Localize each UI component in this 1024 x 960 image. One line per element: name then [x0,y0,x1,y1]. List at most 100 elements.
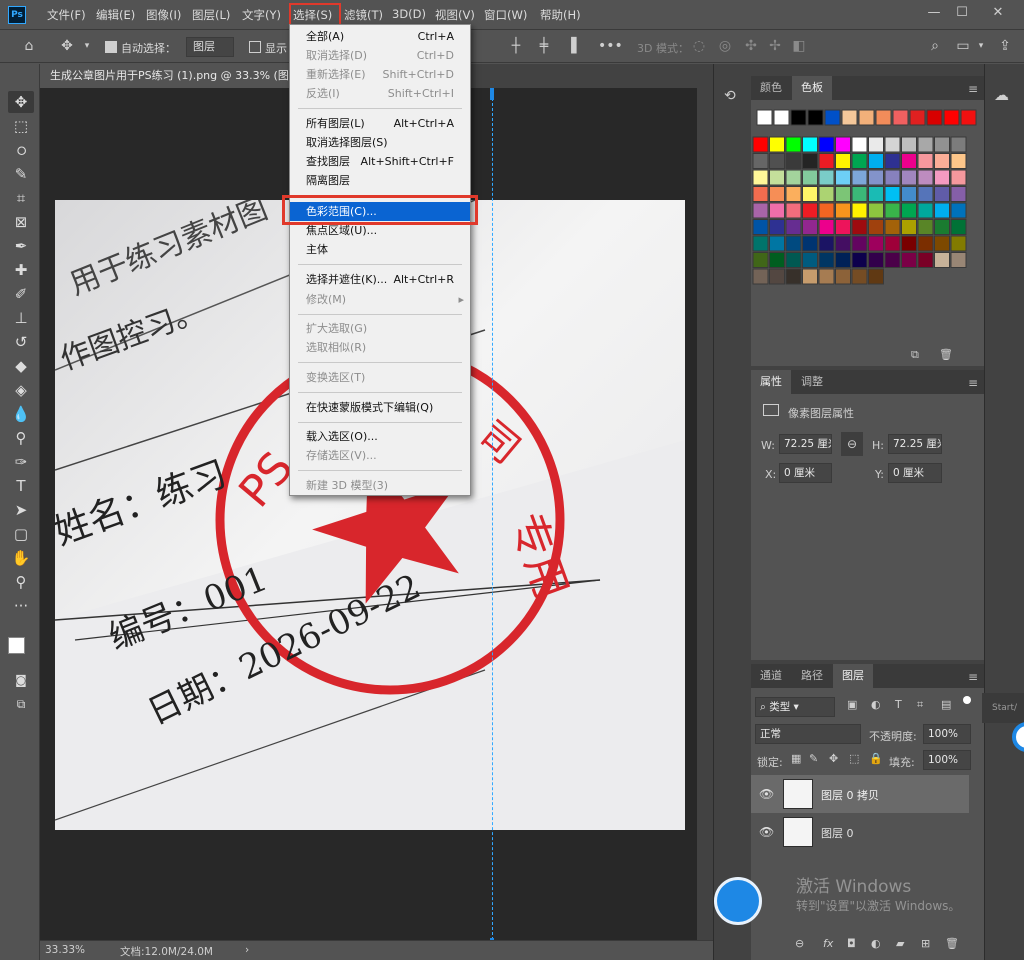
eraser-tool-icon[interactable]: ◆ [8,355,34,377]
menu-help[interactable]: 帮助(H) [540,7,581,23]
color-swatch[interactable] [868,186,884,202]
filter-toggle-icon[interactable] [963,696,971,704]
hand-tool-icon[interactable]: ✋ [8,547,34,569]
color-swatch[interactable] [851,252,868,268]
menu-3d[interactable]: 3D(D) [392,7,426,21]
menu-item-all-layers[interactable]: 所有图层(L) Alt+Ctrl+A [290,114,470,133]
menu-item-subject[interactable]: 主体 [290,240,470,259]
color-swatch[interactable] [802,153,818,169]
document-tab[interactable]: 生成公章图片用于PS练习 (1).png @ 33.3% (图 [40,64,290,88]
color-swatch[interactable] [818,202,835,219]
tab-adjustments[interactable]: 调整 [792,370,832,394]
tab-layers[interactable]: 图层 [833,664,873,688]
color-swatch[interactable] [802,202,818,219]
menu-item-modify[interactable]: 修改(M) ▸ [290,290,470,309]
color-swatch[interactable] [901,169,917,186]
menu-item-transform-selection[interactable]: 变换选区(T) [290,368,470,387]
color-swatch[interactable] [769,268,785,285]
visibility-eye-icon[interactable]: 👁 [759,787,774,801]
new-swatch-icon[interactable]: ⧉ [911,348,919,362]
color-swatch[interactable] [851,235,868,252]
color-swatch[interactable] [884,153,901,169]
quick-select-tool-icon[interactable]: ✎ [8,163,34,185]
color-swatch[interactable] [851,136,868,153]
color-swatch[interactable] [901,235,917,252]
fx-icon[interactable]: fx [823,937,833,950]
color-swatch[interactable] [901,219,917,235]
color-swatch[interactable] [901,252,917,268]
link-layers-icon[interactable]: ⊖ [795,937,804,950]
opacity-field[interactable]: 100% [923,724,971,744]
panel-menu-icon[interactable]: ≡ [968,670,978,684]
vertical-scrollbar[interactable] [697,88,713,940]
new-group-folder-icon[interactable]: ▰ [896,937,904,950]
color-swatch[interactable] [917,136,934,153]
type-tool-icon[interactable]: T [8,475,34,497]
color-swatch[interactable] [884,202,901,219]
healing-tool-icon[interactable]: ✚ [8,259,34,281]
color-swatch[interactable] [868,136,884,153]
layer-row[interactable]: 👁 图层 0 [751,813,969,851]
color-swatch[interactable] [934,186,950,202]
menu-item-grow[interactable]: 扩大选取(G) [290,319,470,338]
panel-menu-icon[interactable]: ≡ [968,82,978,96]
color-swatch[interactable] [802,136,818,153]
x-field[interactable]: 0 厘米 [779,463,832,483]
lock-all-icon[interactable]: 🔒 [869,752,883,765]
close-window-button[interactable]: ✕ [983,3,1013,23]
lasso-tool-icon[interactable]: ഠ [8,139,34,161]
color-swatch[interactable] [934,252,950,268]
color-swatch[interactable] [807,109,824,126]
color-swatch[interactable] [950,252,967,268]
color-swatch[interactable] [785,252,802,268]
color-swatch[interactable] [851,202,868,219]
color-swatch[interactable] [835,136,851,153]
color-swatch[interactable] [752,169,769,186]
filter-type-icon[interactable]: T [895,698,902,711]
color-swatch[interactable] [868,235,884,252]
color-swatch[interactable] [960,109,977,126]
zoom-tool-icon[interactable]: ⚲ [8,571,34,593]
frame-tool-icon[interactable]: ⊠ [8,211,34,233]
color-swatch[interactable] [851,268,868,285]
status-expand-icon[interactable]: › [245,944,249,956]
color-swatch[interactable] [769,252,785,268]
color-swatch[interactable] [835,235,851,252]
color-swatch[interactable] [950,219,967,235]
color-swatch[interactable] [858,109,875,126]
workspace-chevron-icon[interactable]: ▾ [972,41,990,51]
share-icon[interactable]: ⇪ [996,38,1014,54]
menu-item-inverse[interactable]: 反选(I) Shift+Ctrl+I [290,84,470,103]
color-swatch[interactable] [802,235,818,252]
link-dimensions-icon[interactable]: ⊖ [841,432,863,456]
3d-pan-icon[interactable]: ✣ [742,38,760,54]
color-swatch[interactable] [917,219,934,235]
color-swatch[interactable] [802,268,818,285]
color-swatch[interactable] [868,169,884,186]
color-swatch[interactable] [802,219,818,235]
tab-properties[interactable]: 属性 [751,370,791,394]
color-swatch[interactable] [901,202,917,219]
color-swatch[interactable] [868,268,884,285]
color-swatch[interactable] [950,186,967,202]
lock-artboard-icon[interactable]: ⬚ [849,752,859,765]
stamp-tool-icon[interactable]: ⊥ [8,307,34,329]
color-swatch[interactable] [934,153,950,169]
lock-transparent-icon[interactable]: ▦ [791,752,801,765]
menu-file[interactable]: 文件(F) [47,7,86,23]
color-swatch[interactable] [790,109,807,126]
color-swatch[interactable] [950,136,967,153]
color-swatch[interactable] [926,109,943,126]
color-swatch[interactable] [884,235,901,252]
color-swatch[interactable] [841,109,858,126]
move-tool-icon[interactable]: ✥ [8,91,34,113]
color-swatch[interactable] [868,252,884,268]
color-swatch[interactable] [785,186,802,202]
align-right-icon[interactable]: ▐ [562,38,580,54]
color-swatch[interactable] [835,169,851,186]
eyedropper-tool-icon[interactable]: ✒ [8,235,34,257]
lock-position-icon[interactable]: ✥ [829,752,838,765]
delete-layer-trash-icon[interactable]: 🗑 [945,937,959,950]
color-swatch[interactable] [884,136,901,153]
color-swatch[interactable] [785,169,802,186]
